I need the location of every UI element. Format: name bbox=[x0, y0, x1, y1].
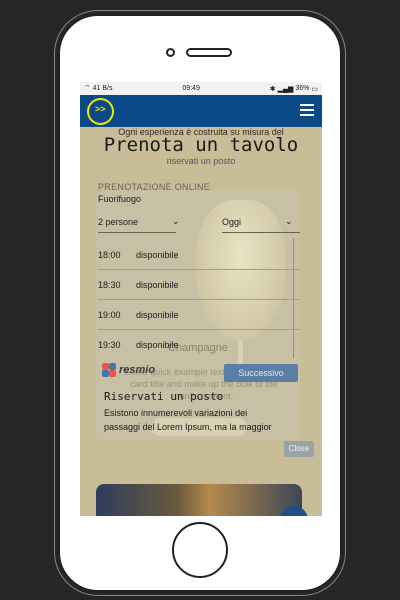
booking-section-label: PRENOTAZIONE ONLINE bbox=[98, 182, 211, 192]
camera-icon bbox=[166, 48, 175, 57]
select-underline bbox=[98, 232, 176, 233]
venue-name: Fuorifuogo bbox=[98, 194, 142, 204]
signal-icon: ▂▄▆ bbox=[277, 85, 294, 93]
wifi-icon: ⌔ bbox=[84, 85, 91, 92]
slot-time: 18:30 bbox=[98, 279, 121, 290]
close-button[interactable]: Close bbox=[284, 441, 314, 457]
resmio-branding: resmio bbox=[102, 363, 155, 377]
next-card-image bbox=[96, 484, 302, 516]
slot-status: disponibile bbox=[136, 279, 179, 290]
party-size-value: 2 persone bbox=[98, 216, 139, 227]
speaker-grille bbox=[186, 48, 232, 57]
time-slot[interactable]: 19:30 disponibile bbox=[98, 330, 300, 360]
page-title: Prenota un tavolo bbox=[103, 134, 299, 156]
resmio-logo-icon bbox=[102, 363, 116, 377]
phone-screen: ⌔ 41 B/s 09:49 ✱ ▂▄▆ 36% ▭ >> Ogni esper… bbox=[80, 82, 322, 516]
party-size-select[interactable]: 2 persone ⌄ bbox=[98, 216, 180, 227]
booking-widget: 2 persone ⌄ Oggi ⌄ 18:00 disponibile 18:… bbox=[98, 208, 300, 358]
network-speed: 41 B/s bbox=[92, 85, 113, 92]
lightbulb-logo-icon[interactable]: >> bbox=[87, 98, 114, 125]
hamburger-menu-icon[interactable] bbox=[300, 104, 314, 116]
scrollbar[interactable] bbox=[293, 238, 294, 358]
top-navbar: >> bbox=[80, 95, 322, 127]
slot-status: disponibile bbox=[136, 249, 179, 260]
time-slot[interactable]: 18:00 disponibile bbox=[98, 240, 300, 270]
next-button[interactable]: Successivo bbox=[224, 364, 298, 382]
status-bar: ⌔ 41 B/s 09:49 ✱ ▂▄▆ 36% ▭ bbox=[80, 82, 322, 95]
clock: 09:49 bbox=[182, 85, 200, 92]
date-value: Oggi bbox=[222, 216, 242, 227]
chevron-down-icon: ⌄ bbox=[285, 216, 293, 226]
bluetooth-icon: ✱ bbox=[269, 85, 276, 93]
slot-time: 18:00 bbox=[98, 249, 121, 260]
resmio-label: resmio bbox=[119, 364, 156, 376]
select-underline bbox=[222, 232, 300, 233]
slot-time: 19:30 bbox=[98, 340, 121, 350]
battery-icon: ▭ bbox=[311, 85, 318, 93]
chevron-down-icon: ⌄ bbox=[172, 216, 180, 226]
time-slot[interactable]: 18:30 disponibile bbox=[98, 270, 300, 300]
date-select[interactable]: Oggi ⌄ bbox=[222, 216, 293, 227]
battery-level: 36% bbox=[295, 85, 310, 92]
slot-status: disponibile bbox=[136, 309, 179, 320]
slot-status: disponibile bbox=[136, 340, 179, 350]
home-button[interactable] bbox=[172, 522, 228, 578]
slot-time: 19:00 bbox=[98, 309, 121, 320]
time-slot[interactable]: 19:00 disponibile bbox=[98, 300, 300, 330]
logo-glyph: >> bbox=[95, 104, 106, 114]
modal-title: Riservati un posto bbox=[104, 390, 224, 403]
modal-body: Esistono innumerevoli variazioni dei pas… bbox=[104, 408, 272, 432]
intro-subtext: riservati un posto bbox=[166, 156, 236, 166]
